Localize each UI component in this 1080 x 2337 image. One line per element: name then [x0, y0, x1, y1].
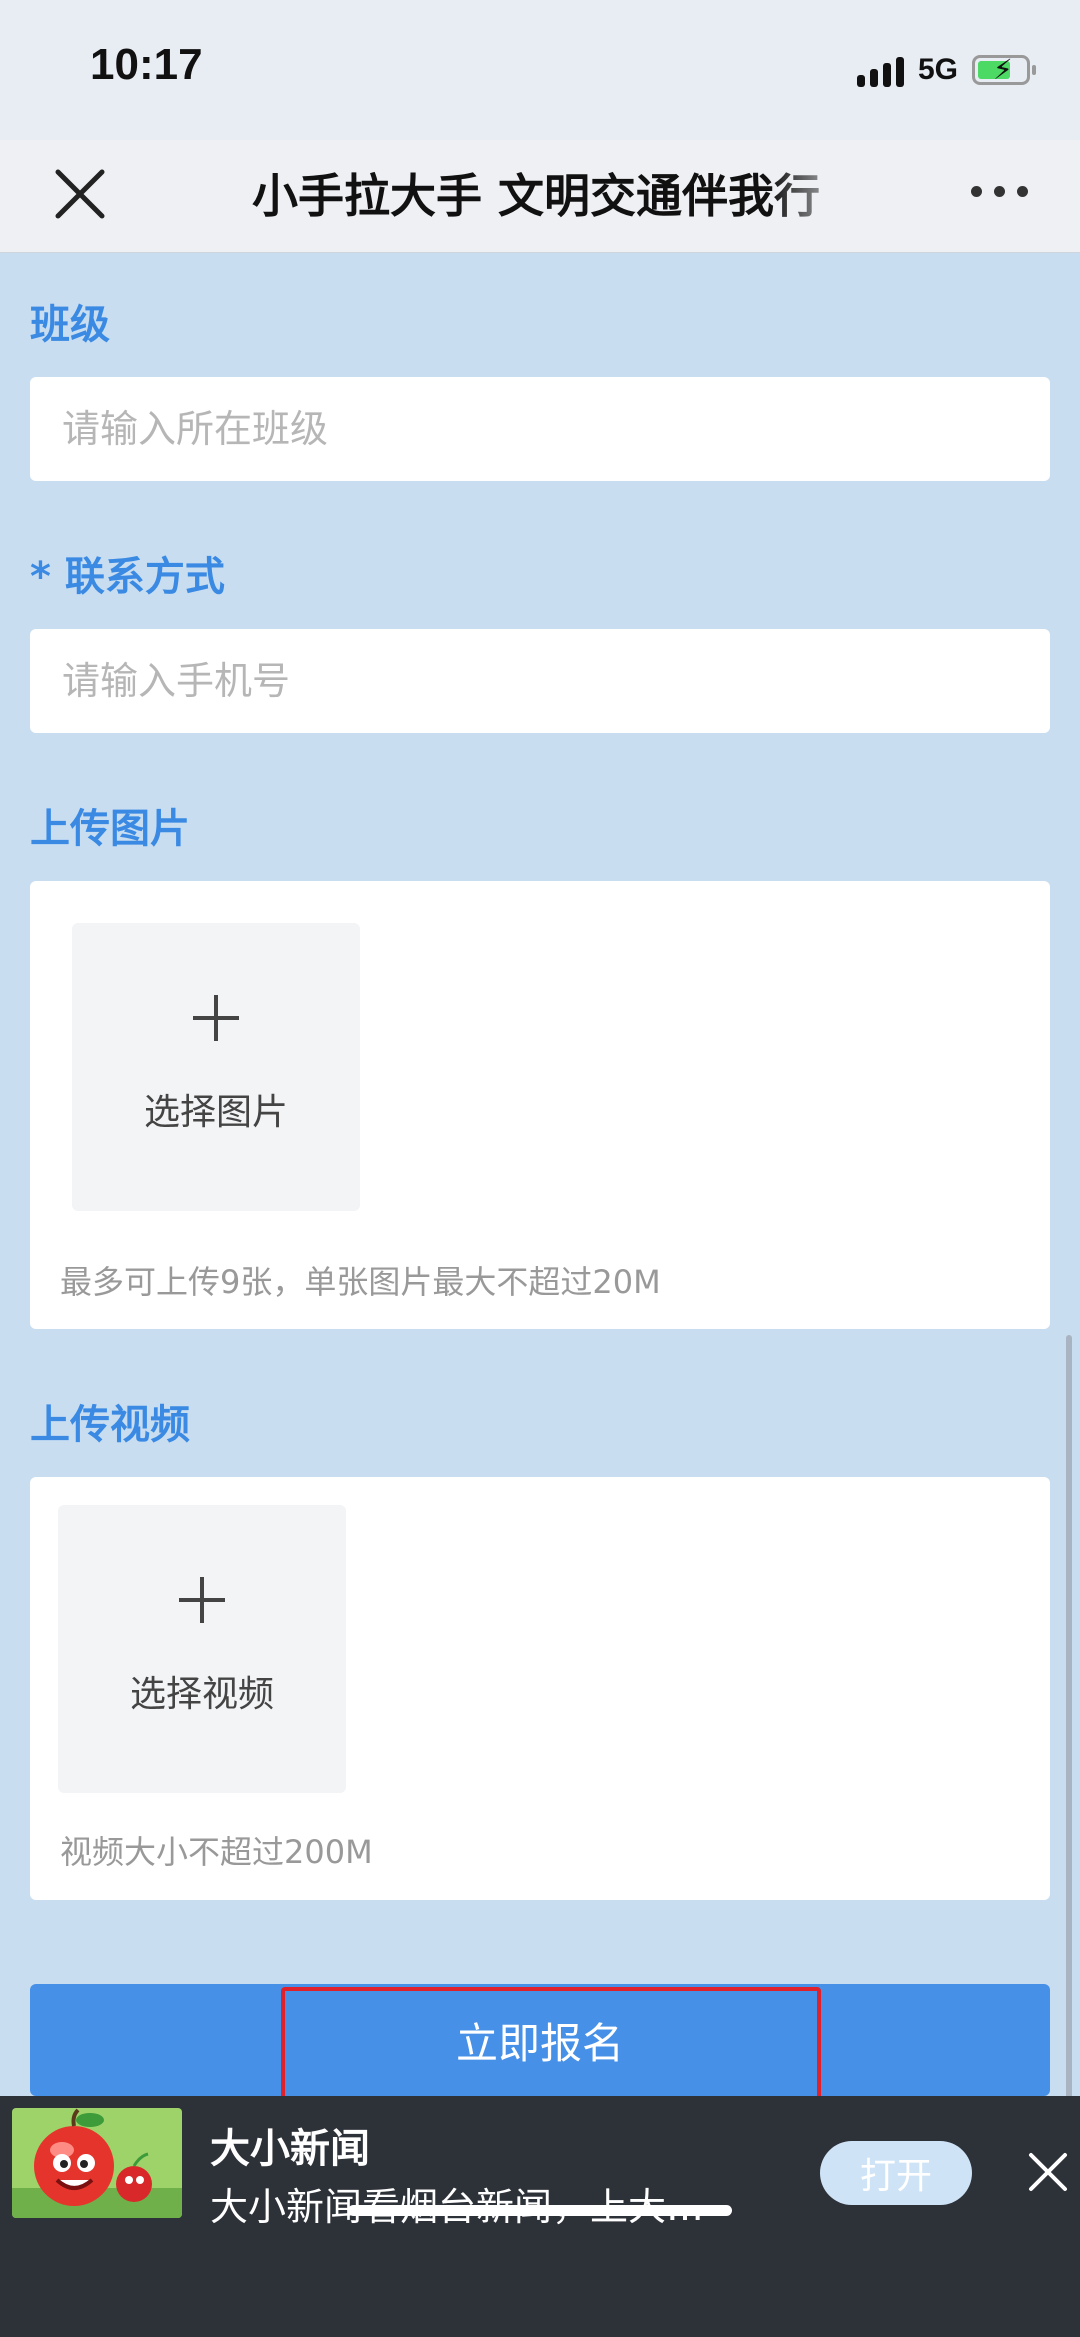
close-banner-icon[interactable]	[1028, 2152, 1068, 2192]
video-hint: 视频大小不超过200M	[60, 1833, 373, 1871]
close-icon[interactable]	[52, 166, 108, 222]
select-video-button[interactable]: 选择视频	[58, 1505, 346, 1793]
battery-icon: ⚡	[972, 55, 1036, 85]
select-video-label: 选择视频	[129, 1674, 274, 1715]
image-upload-card: 选择图片 最多可上传9张，单张图片最大不超过20M	[30, 881, 1050, 1329]
app-logo[interactable]	[12, 2108, 182, 2218]
page-title: 小手拉大手 文明交通伴我行	[252, 169, 821, 223]
status-bar: 10:17 5G ⚡	[0, 0, 1080, 140]
image-upload-label: 上传图片	[30, 806, 190, 852]
phone-input[interactable]	[30, 629, 1050, 733]
plus-icon	[193, 995, 239, 1041]
video-upload-label: 上传视频	[30, 1402, 190, 1448]
banner-app-name: 大小新闻	[210, 2126, 370, 2172]
select-image-label: 选择图片	[143, 1092, 288, 1133]
class-label: 班级	[30, 302, 110, 348]
network-type: 5G	[917, 53, 958, 86]
scrollbar[interactable]	[1066, 1335, 1072, 2115]
app-banner: 大小新闻 大小新闻看烟台新闻，上大… 打开	[0, 2096, 1080, 2337]
class-input[interactable]	[30, 377, 1050, 481]
signal-icon	[856, 53, 904, 87]
home-indicator	[348, 2205, 732, 2216]
register-now-button[interactable]: 立即报名	[30, 1984, 1050, 2096]
plus-icon	[179, 1577, 225, 1623]
video-upload-card: 选择视频 视频大小不超过200M	[30, 1477, 1050, 1900]
status-time: 10:17	[90, 40, 203, 89]
select-image-button[interactable]: 选择图片	[72, 923, 360, 1211]
banner-description: 大小新闻看烟台新闻，上大…	[210, 2176, 704, 2231]
image-hint: 最多可上传9张，单张图片最大不超过20M	[60, 1263, 661, 1301]
nav-bar: 小手拉大手 文明交通伴我行	[0, 140, 1080, 253]
open-app-button[interactable]: 打开	[820, 2141, 972, 2205]
status-indicators: 5G ⚡	[856, 50, 1036, 90]
contact-label: * 联系方式	[30, 554, 225, 600]
more-icon[interactable]	[971, 186, 1028, 197]
